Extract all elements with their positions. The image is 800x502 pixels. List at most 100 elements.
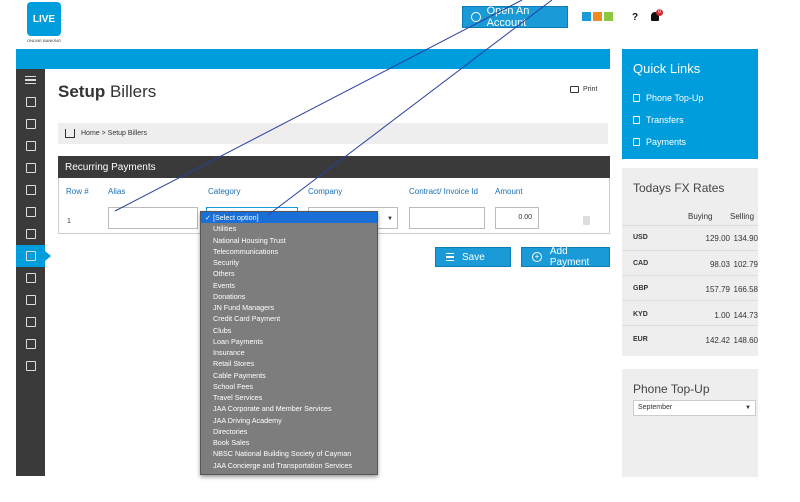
page-title: Setup Billers	[58, 82, 156, 102]
home-icon[interactable]	[65, 129, 75, 138]
dropdown-option[interactable]: Credit Card Payment	[201, 313, 377, 324]
dropdown-option[interactable]: Donations	[201, 291, 377, 302]
dropdown-option[interactable]: Directories	[201, 426, 377, 437]
dropdown-option[interactable]: Loan Payments	[201, 336, 377, 347]
breadcrumb: Home > Setup Billers	[58, 123, 608, 144]
dropdown-option[interactable]: JAA Corporate and Member Services	[201, 403, 377, 414]
dropdown-option[interactable]: Clubs	[201, 325, 377, 336]
dropdown-option-selected[interactable]: ✓ [Select option]	[201, 212, 377, 224]
money-icon[interactable]	[16, 223, 45, 245]
chevron-down-icon: ▼	[387, 216, 393, 222]
col-company: Company	[308, 187, 343, 196]
col-amount: Amount	[495, 187, 523, 196]
download-icon[interactable]	[16, 201, 45, 223]
dropdown-option[interactable]: Telecommunications	[201, 246, 377, 257]
fx-buy: 142.42	[705, 336, 730, 345]
col-alias: Alias	[108, 187, 126, 196]
add-payment-button[interactable]: + Add Payment	[521, 246, 610, 268]
fx-sell: 148.60	[733, 336, 758, 345]
dropdown-option[interactable]: Retail Stores	[201, 358, 377, 369]
quick-link-payments[interactable]: Payments	[633, 131, 758, 153]
fx-rates-panel: Todays FX Rates Buying Selling USD 129.0…	[622, 168, 758, 356]
chevron-down-icon: ▼	[745, 405, 751, 411]
calculator-icon[interactable]	[16, 135, 45, 157]
desktop-icon[interactable]	[16, 113, 45, 135]
fx-currency: USD	[633, 234, 648, 241]
quick-link-phone-topup[interactable]: Phone Top-Up	[633, 87, 758, 109]
logo-text: LIVE	[27, 2, 61, 36]
quick-link-label: Transfers	[646, 115, 684, 125]
page-title-bold: Setup	[58, 82, 106, 101]
dropdown-option[interactable]: National Housing Trust	[201, 235, 377, 246]
dropdown-option[interactable]: Travel Services	[201, 392, 377, 403]
list-icon	[446, 252, 454, 262]
alias-input[interactable]	[108, 207, 198, 229]
month-select[interactable]: September ▼	[633, 400, 756, 416]
color-squares	[582, 12, 613, 21]
dropdown-option[interactable]: JN Fund Managers	[201, 302, 377, 313]
color-square-orange[interactable]	[593, 12, 602, 21]
dropdown-option[interactable]: JAA Concierge and Transportation Service…	[201, 460, 377, 471]
notification-bell[interactable]: 0	[651, 9, 663, 22]
sidebar	[16, 69, 51, 476]
quick-links-title: Quick Links	[633, 61, 701, 76]
quick-link-transfers[interactable]: Transfers	[633, 109, 758, 131]
category-dropdown: ✓ [Select option] Utilities National Hou…	[200, 211, 378, 475]
col-contract: Contract/ Invoice Id	[409, 187, 478, 196]
dropdown-option[interactable]: Insurance	[201, 347, 377, 358]
open-account-label: Open An Account	[486, 5, 530, 29]
quick-link-label: Phone Top-Up	[646, 93, 704, 103]
add-payment-label: Add Payment	[549, 246, 590, 268]
trash-icon[interactable]	[583, 216, 590, 225]
users-icon	[633, 138, 640, 146]
fx-selling-header: Selling	[730, 212, 755, 221]
save-label: Save	[462, 251, 485, 263]
bank-icon[interactable]	[16, 333, 45, 355]
fx-buy: 157.79	[705, 285, 730, 294]
row-number: 1	[67, 218, 71, 225]
save-button[interactable]: Save	[435, 247, 511, 267]
dropdown-option[interactable]: Utilities	[201, 223, 377, 234]
dropdown-option[interactable]: Events	[201, 280, 377, 291]
dropdown-option[interactable]: School Fees	[201, 381, 377, 392]
menu-icon[interactable]	[16, 69, 45, 91]
color-square-blue[interactable]	[582, 12, 591, 21]
dropdown-option[interactable]: Others	[201, 268, 377, 279]
color-square-green[interactable]	[604, 12, 613, 21]
display-icon[interactable]	[16, 355, 45, 377]
col-row: Row #	[66, 187, 89, 196]
recurring-payments-heading: Recurring Payments	[58, 156, 610, 178]
phone-topup-panel: Phone Top-Up September ▼	[622, 369, 758, 477]
monitor-icon	[633, 116, 640, 124]
dropdown-option[interactable]: JAA Driving Academy	[201, 415, 377, 426]
help-icon[interactable]: ?	[632, 12, 638, 23]
document-icon[interactable]	[16, 311, 45, 333]
users-icon[interactable]	[16, 267, 45, 289]
dropdown-option[interactable]: Book Sales	[201, 437, 377, 448]
print-button[interactable]: Print	[570, 86, 597, 93]
card-icon[interactable]	[16, 157, 45, 179]
fx-row: USD 129.00 134.90	[622, 226, 758, 251]
user-icon[interactable]	[16, 179, 45, 201]
fx-buy: 1.00	[714, 311, 730, 320]
fx-currency: GBP	[633, 285, 649, 292]
dropdown-option[interactable]: Security	[201, 257, 377, 268]
coins-icon[interactable]	[16, 289, 45, 311]
amount-input[interactable]: 0.00	[495, 207, 539, 229]
logo[interactable]: LIVE ONLINE BANKING	[27, 2, 62, 43]
logo-subtitle: ONLINE BANKING	[27, 38, 62, 43]
plus-circle-icon: +	[532, 252, 542, 262]
contract-input[interactable]	[409, 207, 485, 229]
notification-badge: 0	[656, 9, 663, 16]
print-label: Print	[583, 86, 598, 93]
quick-link-label: Payments	[646, 137, 687, 147]
phone-icon	[633, 94, 640, 102]
open-account-button[interactable]: Open An Account	[462, 5, 568, 29]
fx-currency: KYD	[633, 311, 648, 318]
dropdown-option[interactable]: Cable Payments	[201, 370, 377, 381]
quick-links-panel: Quick Links Phone Top-Up Transfers Payme…	[622, 49, 758, 159]
bills-icon[interactable]	[16, 245, 51, 267]
top-band	[16, 49, 610, 69]
home-icon[interactable]	[16, 91, 45, 113]
dropdown-option[interactable]: NBSC National Building Society of Cayman	[201, 448, 377, 459]
